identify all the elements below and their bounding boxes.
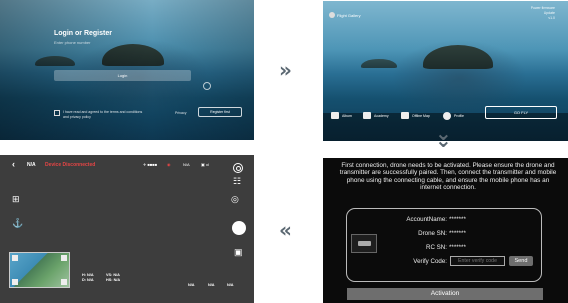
nav-offline-map[interactable]: Offline Map — [401, 112, 430, 119]
expand-map-icon[interactable] — [12, 255, 18, 261]
left-arrow-icon: « — [279, 218, 292, 242]
gear-icon[interactable] — [233, 163, 243, 173]
telemetry-speed: VS: N/A HS: N/A — [106, 273, 121, 282]
flight-mode: N/A — [27, 162, 36, 168]
privacy-link[interactable]: Privacy — [175, 111, 186, 115]
nav-academy[interactable]: Academy — [363, 112, 389, 119]
locate-icon[interactable] — [12, 279, 18, 285]
bottom-status-1: N/A — [188, 283, 195, 287]
album-icon[interactable]: ▣ — [234, 248, 243, 257]
verify-code-input[interactable] — [450, 256, 505, 266]
bottom-status-2: N/A — [208, 283, 215, 287]
home-screen-shot: Flight Gallery Power firmware Update v1.… — [323, 1, 568, 141]
activation-screen-shot: First connection, drone needs to be acti… — [323, 158, 568, 303]
login-screen-shot: Login or Register Enter phone number Log… — [0, 0, 254, 140]
gps-signal: ✈ ■■■■ — [143, 162, 158, 167]
sliders-icon[interactable]: ☷ — [233, 177, 241, 186]
drone-sn-label: Drone SN: — [418, 230, 447, 237]
profile-icon — [443, 112, 451, 120]
status-icon — [329, 12, 335, 18]
album-icon — [331, 112, 339, 119]
go-fly-button[interactable]: GO FLY — [485, 106, 557, 119]
shutter-button[interactable] — [232, 221, 246, 235]
map-settings-icon[interactable] — [61, 279, 67, 285]
telemetry-height: H: N/A D: N/A — [82, 273, 94, 282]
grid-icon[interactable]: ⊞ — [12, 195, 20, 204]
agreement-checkbox[interactable] — [54, 110, 60, 116]
login-subtitle: Enter phone number — [54, 40, 91, 45]
register-button[interactable]: Register first — [198, 107, 242, 117]
camera-switch-icon[interactable]: ◎ — [231, 195, 239, 204]
map-layer-icon[interactable] — [61, 255, 67, 261]
agreement-text: I have read and agreed to the terms and … — [63, 110, 143, 119]
back-icon[interactable]: ‹ — [12, 160, 15, 169]
rc-sn-value: ******* — [449, 244, 466, 251]
book-icon — [363, 112, 371, 119]
rc-signal: ▣ ııl — [201, 162, 210, 167]
account-name-value: ******* — [449, 216, 466, 223]
down-arrow-icon: ⌄ ⌄ — [435, 121, 452, 152]
obstacle-icon: ◉ — [167, 162, 171, 167]
rc-sn-label: RC SN: — [426, 244, 447, 251]
right-arrow-icon: » — [279, 58, 292, 82]
flight-label: Flight Gallery — [337, 13, 361, 18]
login-button[interactable]: Login — [54, 70, 191, 81]
nav-album[interactable]: Album — [331, 112, 352, 119]
drone-sn-value: ******* — [449, 230, 466, 237]
send-button[interactable]: Send — [509, 256, 533, 266]
activation-button[interactable]: Activation — [347, 288, 543, 300]
flight-screen-shot: ‹ N/A Device Disconnected ✈ ■■■■ ◉ N/A ▣… — [0, 155, 254, 303]
account-name-label: AccountName: — [406, 216, 447, 223]
camera-icon[interactable] — [203, 82, 211, 90]
bottom-status-3: N/A — [227, 283, 234, 287]
island-image — [361, 59, 397, 68]
battery-status: N/A — [183, 162, 190, 167]
island-image — [423, 45, 493, 69]
activation-message: First connection, drone needs to be acti… — [339, 162, 557, 192]
verify-code-label: Verify Code: — [413, 258, 447, 265]
anchor-icon[interactable]: ⚓ — [12, 219, 23, 228]
login-title: Login or Register — [54, 30, 112, 37]
drone-icon — [351, 234, 377, 253]
connection-status: Device Disconnected — [45, 162, 96, 168]
nav-profile[interactable]: Profile — [443, 112, 464, 120]
mini-map[interactable] — [9, 252, 70, 288]
map-icon — [401, 112, 409, 119]
firmware-info[interactable]: Power firmware Update v1.0 — [531, 6, 555, 21]
